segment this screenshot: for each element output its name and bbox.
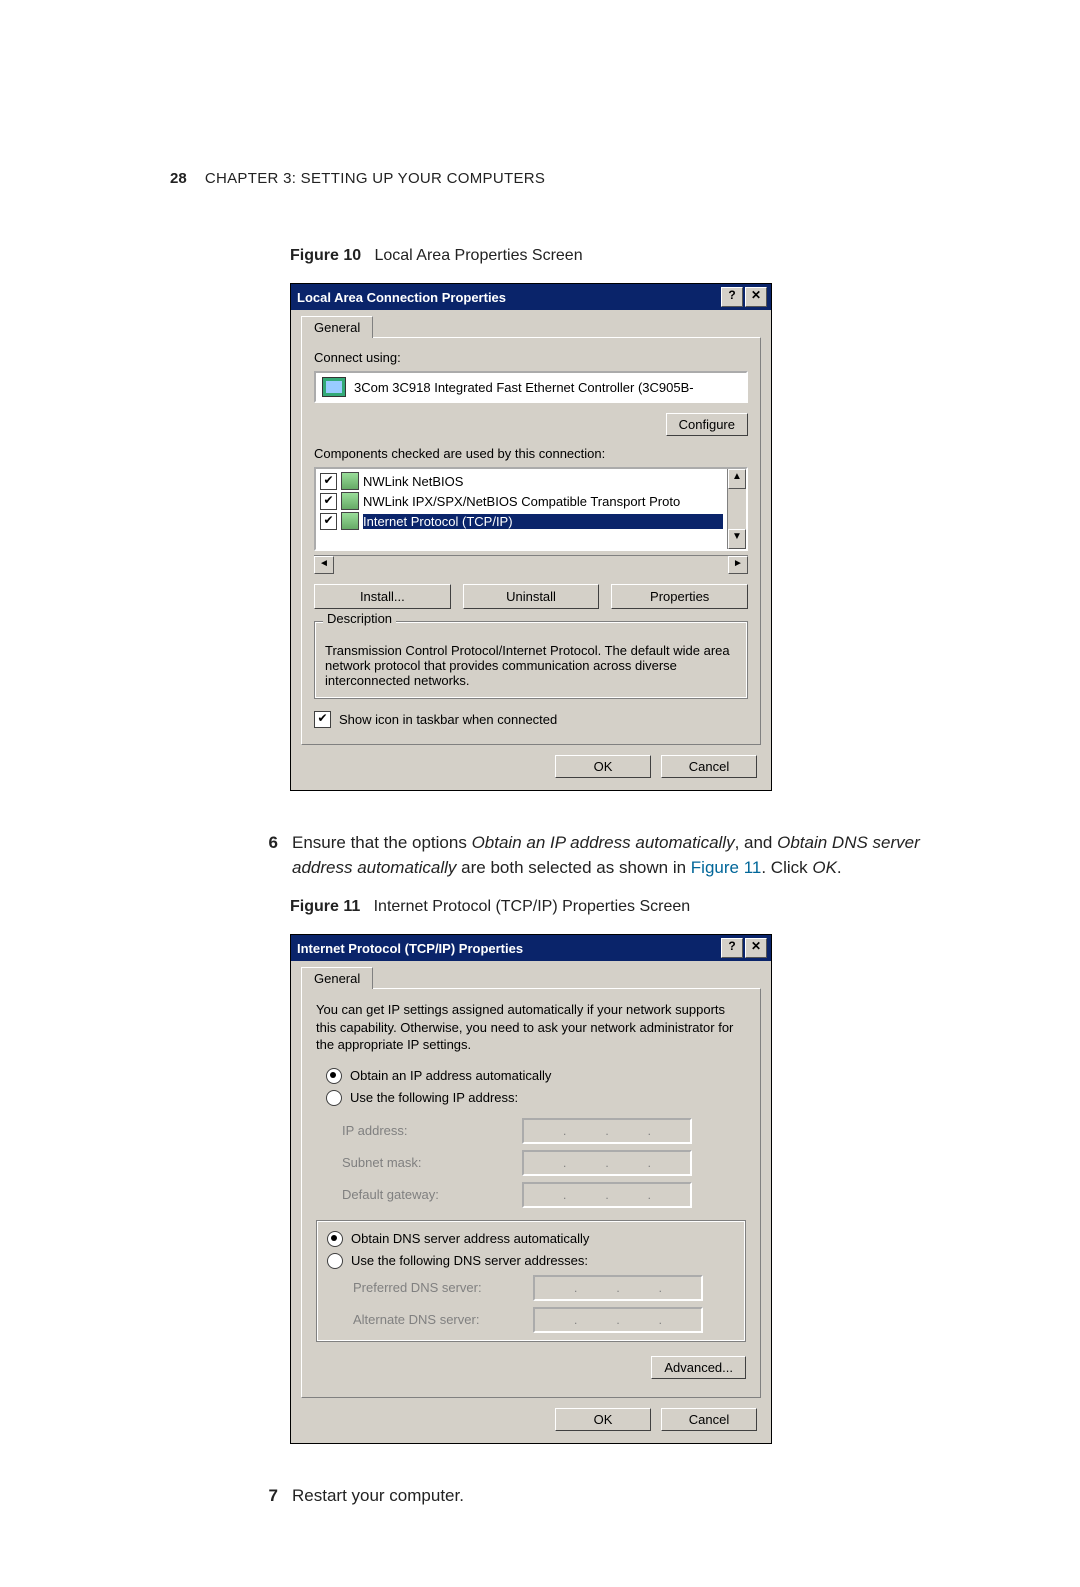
figure-10-caption: Figure 10 Local Area Properties Screen [290,247,980,265]
cancel-button[interactable]: Cancel [661,1408,757,1431]
close-icon[interactable]: ✕ [745,938,767,958]
page-number: 28 [170,170,187,187]
dialog-description: You can get IP settings assigned automat… [316,1001,746,1054]
device-name: 3Com 3C918 Integrated Fast Ethernet Cont… [354,380,694,395]
titlebar: Local Area Connection Properties ? ✕ [291,284,771,310]
protocol-icon [341,512,359,530]
radio-auto-dns[interactable] [327,1231,343,1247]
local-area-connection-properties-dialog: Local Area Connection Properties ? ✕ Gen… [290,283,772,791]
show-icon-label: Show icon in taskbar when connected [339,712,557,727]
ok-button[interactable]: OK [555,755,651,778]
connect-using-label: Connect using: [314,350,748,365]
default-gateway-label: Default gateway: [342,1187,512,1202]
step-7: 7 Restart your computer. [260,1484,980,1509]
subnet-mask-input: ... [522,1150,692,1176]
checkbox-icon[interactable]: ✔ [320,473,337,490]
step-6: 6 Ensure that the options Obtain an IP a… [260,831,980,880]
list-item[interactable]: ✔ Internet Protocol (TCP/IP) [318,511,725,531]
scroll-up-icon[interactable]: ▲ [728,469,746,489]
preferred-dns-input: ... [533,1275,703,1301]
page-header: 28 CHAPTER 3: SETTING UP YOUR COMPUTERS [170,170,980,187]
radio-auto-ip[interactable] [326,1068,342,1084]
configure-button[interactable]: Configure [666,413,748,436]
horizontal-scrollbar[interactable]: ◄ ► [314,555,748,574]
description-legend: Description [323,611,396,626]
checkbox-icon[interactable]: ✔ [320,493,337,510]
default-gateway-input: ... [522,1182,692,1208]
radio-static-ip[interactable] [326,1090,342,1106]
help-icon[interactable]: ? [721,938,743,958]
subnet-mask-label: Subnet mask: [342,1155,512,1170]
preferred-dns-label: Preferred DNS server: [353,1280,523,1295]
nic-icon [322,377,346,397]
alternate-dns-input: ... [533,1307,703,1333]
ip-address-input: ... [522,1118,692,1144]
radio-auto-ip-label: Obtain an IP address automatically [350,1068,551,1083]
help-icon[interactable]: ? [721,287,743,307]
radio-static-dns[interactable] [327,1253,343,1269]
show-icon-checkbox[interactable]: ✔ [314,711,331,728]
components-label: Components checked are used by this conn… [314,446,748,461]
tab-general[interactable]: General [301,316,373,338]
chapter-title: CHAPTER 3: SETTING UP YOUR COMPUTERS [205,170,545,187]
protocol-icon [341,472,359,490]
device-field: 3Com 3C918 Integrated Fast Ethernet Cont… [314,371,748,403]
tcpip-properties-dialog: Internet Protocol (TCP/IP) Properties ? … [290,934,772,1444]
list-item[interactable]: ✔ NWLink NetBIOS [318,471,725,491]
ok-button[interactable]: OK [555,1408,651,1431]
scroll-down-icon[interactable]: ▼ [728,529,746,549]
protocol-icon [341,492,359,510]
cancel-button[interactable]: Cancel [661,755,757,778]
step-7-text: Restart your computer. [292,1484,464,1509]
alternate-dns-label: Alternate DNS server: [353,1312,523,1327]
install-button[interactable]: Install... [314,584,451,609]
vertical-scrollbar[interactable]: ▲ ▼ [727,469,746,549]
radio-static-ip-label: Use the following IP address: [350,1090,518,1105]
scroll-right-icon[interactable]: ► [728,556,748,574]
titlebar: Internet Protocol (TCP/IP) Properties ? … [291,935,771,961]
step-6-text: Ensure that the options Obtain an IP add… [292,831,980,880]
tab-general[interactable]: General [301,967,373,989]
ip-address-label: IP address: [342,1123,512,1138]
scroll-left-icon[interactable]: ◄ [314,556,334,574]
titlebar-title: Local Area Connection Properties [297,290,506,305]
figure-11-link[interactable]: Figure 11 [691,858,762,877]
advanced-button[interactable]: Advanced... [651,1356,746,1379]
uninstall-button[interactable]: Uninstall [463,584,600,609]
radio-auto-dns-label: Obtain DNS server address automatically [351,1231,589,1246]
figure-11-caption: Figure 11 Internet Protocol (TCP/IP) Pro… [290,898,980,916]
titlebar-title: Internet Protocol (TCP/IP) Properties [297,941,523,956]
radio-static-dns-label: Use the following DNS server addresses: [351,1253,588,1268]
close-icon[interactable]: ✕ [745,287,767,307]
description-group: Description Transmission Control Protoco… [314,621,748,699]
properties-button[interactable]: Properties [611,584,748,609]
description-text: Transmission Control Protocol/Internet P… [325,643,730,688]
checkbox-icon[interactable]: ✔ [320,513,337,530]
list-item[interactable]: ✔ NWLink IPX/SPX/NetBIOS Compatible Tran… [318,491,725,511]
components-listbox[interactable]: ✔ NWLink NetBIOS ✔ NWLink IPX/SPX/NetBIO… [314,467,748,551]
